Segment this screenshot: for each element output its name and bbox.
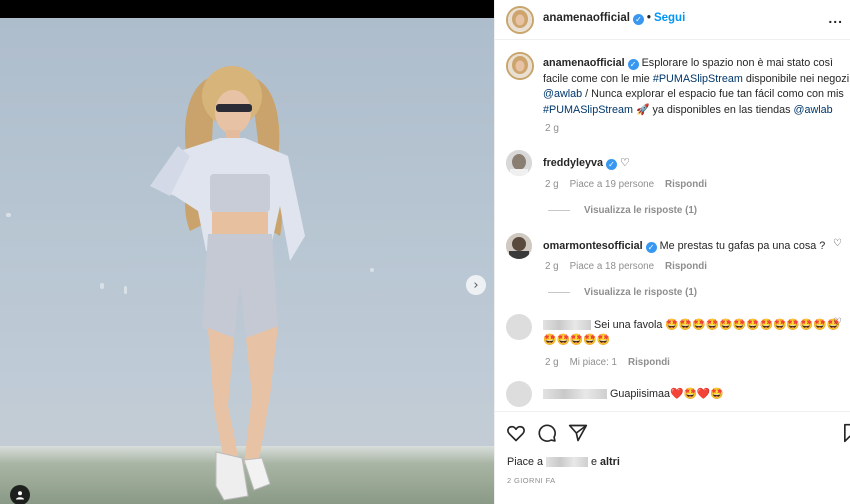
caption-timestamp[interactable]: 2 g [545,123,559,134]
comment-like-heart-icon[interactable]: ♡ [833,317,842,328]
heart-icon[interactable] [506,423,526,443]
view-replies-button[interactable]: Visualizza le risposte (1) [548,287,697,298]
commenter-avatar[interactable] [506,381,532,407]
redacted-liker [546,457,589,468]
comment-body: omarmontesofficial ✓ Me prestas tu gafas … [543,239,843,254]
author-line: anamenaofficial ✓ • Segui [543,12,685,25]
author-username[interactable]: anamenaofficial [543,12,630,24]
comment-username[interactable]: freddyleyva [543,157,603,169]
redacted-username [543,320,591,331]
caption-avatar[interactable] [506,52,534,80]
comment-meta: 2 g Piace a 19 persone Rispondi [545,179,718,190]
reply-button[interactable]: Rispondi [628,357,670,368]
verified-badge-icon: ✓ [632,14,644,25]
comment-time[interactable]: 2 g [545,261,559,272]
likes-others-link[interactable]: altri [600,456,620,468]
post-header: anamenaofficial ✓ • Segui ... [495,0,850,40]
caption-text: anamenaofficial ✓ Esplorare lo spazio non… [543,56,850,118]
chevron-right-icon[interactable]: › [466,275,486,295]
commenter-avatar[interactable] [506,314,532,340]
post-image[interactable]: › [0,18,494,504]
comment-time[interactable]: 2 g [545,179,559,190]
commenter-avatar[interactable] [506,150,532,176]
likes-suffix: e [591,456,598,468]
caption-segment: / Nunca explorar el espacio fue tan fáci… [582,88,844,100]
comment-body: Sei una favola 🤩🤩🤩🤩🤩🤩🤩🤩🤩🤩🤩🤩🤩🤩🤩🤩🤩🤩 [543,318,843,348]
verified-badge-icon: ✓ [627,59,639,70]
caption-segment: disponibile nei negozi [742,72,850,85]
wall-mark [100,283,104,289]
reply-button[interactable]: Rispondi [665,261,707,272]
mention-link[interactable]: @awlab [794,104,833,116]
redacted-username [543,389,607,400]
post-actions: Piace a e altri 2 GIORNI FA [495,411,850,504]
comment-meta: 2 g Mi piace: 1 Rispondi [545,357,681,368]
caption-segment: 🚀 ya disponibles en las tiendas [633,103,794,116]
comment-body: freddyleyva ✓ ♡ [543,156,843,171]
more-options-icon[interactable]: ... [828,10,843,26]
wall-mark [6,213,11,217]
user-tag-icon[interactable] [10,485,30,504]
paper-plane-icon[interactable] [568,423,588,443]
comment-meta: 2 g Piace a 18 persone Rispondi [545,261,718,272]
comment-likes[interactable]: Mi piace: 1 [570,357,617,368]
likes-summary[interactable]: Piace a e altri [507,456,620,468]
post-side-panel: anamenaofficial ✓ • Segui ... anamenaoffici… [494,0,850,504]
follow-button[interactable]: Segui [654,12,685,24]
hashtag-link[interactable]: #PUMASlipStream [543,104,633,116]
comment-icon[interactable] [537,423,557,443]
model-figure [150,66,305,501]
likes-prefix: Piace a [507,456,544,468]
view-replies-button[interactable]: Visualizza le risposte (1) [548,205,697,216]
comment-time[interactable]: 2 g [545,357,559,368]
comment-text: ♡ [620,157,630,169]
commenter-avatar[interactable] [506,233,532,259]
comment-text: Me prestas tu gafas pa una cosa ? [659,240,826,252]
verified-badge-icon: ✓ [606,159,618,170]
hashtag-link[interactable]: #PUMASlipStream [653,73,743,85]
comment-likes[interactable]: Piace a 19 persone [570,179,654,190]
comment-body: Guapiisimaa❤️🤩❤️🤩 [543,387,843,402]
author-avatar[interactable] [506,6,534,34]
caption-username[interactable]: anamenaofficial [543,57,625,69]
bookmark-icon[interactable] [842,423,850,443]
separator-dot: • [646,12,651,24]
reply-button[interactable]: Rispondi [665,179,707,190]
top-black-bar [0,0,494,18]
comment-username[interactable]: omarmontesofficial [543,240,643,252]
verified-badge-icon: ✓ [645,242,657,253]
post-date[interactable]: 2 GIORNI FA [507,476,556,485]
comment-like-heart-icon[interactable]: ♡ [833,238,842,249]
comment-likes[interactable]: Piace a 18 persone [570,261,654,272]
mention-link[interactable]: @awlab [543,88,582,100]
comment-text: Guapiisimaa❤️🤩❤️🤩 [610,388,724,400]
wall-mark [370,268,374,272]
